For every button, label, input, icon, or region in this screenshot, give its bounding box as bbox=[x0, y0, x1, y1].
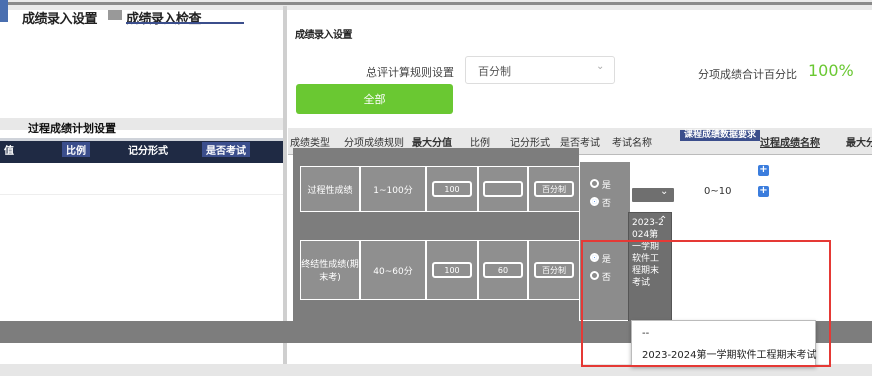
tab-underline bbox=[126, 22, 244, 24]
top-stripe bbox=[0, 2, 872, 5]
add-icon[interactable]: + bbox=[758, 165, 769, 176]
ratio-input[interactable]: 60 bbox=[483, 262, 523, 278]
all-button[interactable]: 全部 bbox=[296, 84, 453, 114]
cell-rule: 40~60分 bbox=[360, 240, 426, 300]
mode-select[interactable]: 百分制 bbox=[534, 262, 574, 278]
th-max: 最大分值 bbox=[412, 138, 452, 149]
th-rule: 分项成绩规则 bbox=[344, 138, 404, 149]
th-ratio: 比例 bbox=[470, 138, 490, 149]
left-section-title: 过程成绩计划设置 bbox=[28, 122, 116, 135]
cell-type: 终结性成绩(期末考) bbox=[300, 240, 360, 300]
left-col-ratio: 比例 bbox=[62, 142, 90, 157]
sum-label: 分项成绩合计百分比 bbox=[698, 68, 797, 81]
cell-mode: 百分制 bbox=[528, 166, 580, 212]
sum-percent: 100% bbox=[808, 61, 854, 80]
th-mode: 记分形式 bbox=[510, 138, 550, 149]
add-icon[interactable]: + bbox=[758, 186, 769, 197]
chevron-down-icon: ⌄ bbox=[596, 61, 605, 72]
table-row: 过程性成绩 1~100分 100 百分制 bbox=[300, 166, 580, 212]
tab-grade-entry-settings[interactable]: 成绩录入设置 bbox=[22, 8, 98, 27]
cell-mode: 百分制 bbox=[528, 240, 580, 300]
cell-type: 过程性成绩 bbox=[300, 166, 360, 212]
panel-title: 成绩录入设置 bbox=[295, 30, 353, 41]
left-accent-strip bbox=[0, 0, 8, 22]
th-process-name: 过程成绩名称 bbox=[760, 138, 820, 149]
cell-rule: 1~100分 bbox=[360, 166, 426, 212]
cell-max: 100 bbox=[426, 166, 478, 212]
exam-radio-yes-1[interactable]: 是 bbox=[590, 178, 611, 191]
left-table-row bbox=[0, 160, 286, 195]
mode-select[interactable]: 百分制 bbox=[534, 181, 574, 197]
rule-select-value: 百分制 bbox=[478, 65, 511, 78]
chevron-up-icon: ⌃ bbox=[659, 215, 668, 226]
left-col-exam: 是否考试 bbox=[202, 142, 250, 157]
max-input[interactable]: 100 bbox=[432, 262, 472, 278]
tab-grade-entry-check[interactable]: 成绩录入检查 bbox=[126, 8, 202, 27]
th-exam-name: 考试名称 bbox=[612, 138, 652, 149]
radio-selected-icon bbox=[590, 197, 599, 206]
chevron-down-icon: ⌄ bbox=[660, 186, 669, 197]
cell-ratio bbox=[478, 166, 528, 212]
th-exam: 是否考试 bbox=[560, 138, 600, 149]
th-type: 成绩类型 bbox=[290, 138, 330, 149]
exam-name-select[interactable]: ⌄ bbox=[630, 186, 676, 204]
left-col-value: 值 bbox=[4, 146, 14, 157]
max-input[interactable]: 100 bbox=[432, 181, 472, 197]
radio-icon bbox=[590, 179, 599, 188]
highlight-box bbox=[581, 240, 831, 367]
ratio-input[interactable] bbox=[483, 181, 523, 197]
table-row: 终结性成绩(期末考) 40~60分 100 60 百分制 bbox=[300, 240, 580, 300]
tab-separator bbox=[108, 10, 122, 20]
th-course-requirement: 课程成绩数据要求 bbox=[680, 130, 760, 141]
exam-radio-no-1[interactable]: 否 bbox=[590, 196, 611, 209]
rule-label: 总评计算规则设置 bbox=[366, 66, 454, 79]
left-col-mode: 记分形式 bbox=[128, 146, 168, 157]
cell-ratio: 60 bbox=[478, 240, 528, 300]
score-range: 0~10 bbox=[704, 186, 732, 197]
th-max-score: 最大分 bbox=[846, 138, 872, 149]
rule-select[interactable]: 百分制 ⌄ bbox=[465, 56, 615, 84]
cell-max: 100 bbox=[426, 240, 478, 300]
